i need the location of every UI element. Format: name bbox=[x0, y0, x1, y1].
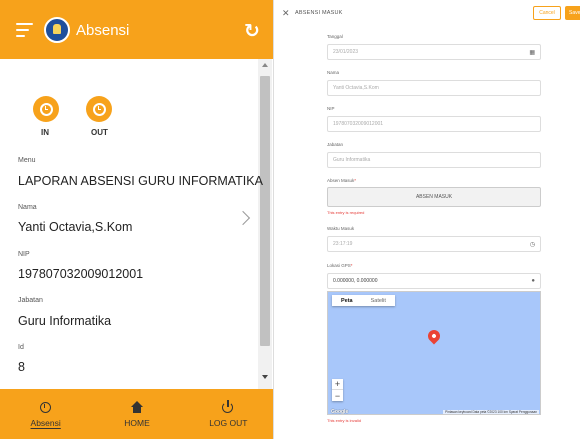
waktu-masuk-input[interactable]: 23:17:19 ◷ bbox=[327, 236, 541, 252]
refresh-icon[interactable]: ↻ bbox=[244, 20, 260, 43]
google-logo: Google bbox=[331, 409, 349, 415]
nav-logout[interactable]: LOG OUT bbox=[183, 389, 273, 439]
nav-logout-label: LOG OUT bbox=[209, 418, 248, 428]
waktu-masuk-label: Waktu Masuk bbox=[327, 226, 355, 231]
id-label: Id bbox=[18, 344, 24, 351]
alarm-clock-icon bbox=[39, 102, 53, 116]
check-in-label: IN bbox=[41, 128, 49, 137]
scrollbar-thumb[interactable] bbox=[260, 76, 270, 346]
tanggal-input[interactable]: 23/01/2023 ▦ bbox=[327, 44, 541, 60]
scroll-up-arrow-icon[interactable] bbox=[262, 63, 268, 67]
mobile-app-panel: Absensi ↻ IN OUT Menu LAPORAN ABSENSI GU… bbox=[0, 0, 274, 439]
map-tab-peta[interactable]: Peta bbox=[332, 295, 362, 306]
absen-masuk-label: Absen Masuk* bbox=[327, 178, 357, 183]
home-icon bbox=[130, 400, 144, 414]
zoom-out-button[interactable]: − bbox=[332, 390, 343, 401]
map-attribution[interactable]: Pintasan keyboard Data peta ©2023 100 km… bbox=[443, 410, 539, 414]
cancel-button[interactable]: Cancel bbox=[533, 6, 561, 20]
menu-label: Menu bbox=[18, 157, 36, 164]
map-marker-icon[interactable] bbox=[425, 327, 443, 345]
tanggal-label: Tanggal bbox=[327, 34, 343, 39]
save-button[interactable]: Save bbox=[565, 6, 580, 20]
scroll-down-arrow-icon[interactable] bbox=[262, 375, 268, 379]
map-type-tabs: Peta Satelit bbox=[332, 295, 395, 306]
lokasi-label: Lokasi GPS* bbox=[327, 263, 353, 268]
alarm-clock-icon bbox=[92, 102, 106, 116]
absen-masuk-error: This entry is required bbox=[327, 210, 365, 215]
id-value: 8 bbox=[18, 360, 25, 374]
calendar-icon[interactable]: ▦ bbox=[529, 49, 535, 56]
nip-field-value: 197807032009012001 bbox=[333, 121, 384, 127]
jabatan-input[interactable]: Guru Informatika bbox=[327, 152, 541, 168]
nav-absensi[interactable]: Absensi bbox=[0, 389, 91, 439]
tanggal-value: 23/01/2023 bbox=[333, 49, 359, 55]
check-out-button[interactable] bbox=[86, 96, 112, 122]
lokasi-error: This entry is invalid bbox=[327, 418, 362, 423]
map-zoom-controls: + − bbox=[332, 379, 343, 401]
menu-icon[interactable] bbox=[16, 23, 33, 37]
absensi-masuk-form: ✕ ABSENSI MASUK Cancel Save Tanggal 23/0… bbox=[277, 0, 580, 439]
check-in-button[interactable] bbox=[33, 96, 59, 122]
nama-field-value: Yanti Octavia,S.Kom bbox=[333, 85, 379, 91]
location-pin-icon[interactable]: ● bbox=[531, 278, 535, 284]
nav-home-label: HOME bbox=[124, 418, 150, 428]
nip-field-label: NIP bbox=[327, 106, 335, 111]
check-out-label: OUT bbox=[91, 128, 108, 137]
jabatan-field-label: Jabatan bbox=[327, 142, 344, 147]
nav-absensi-label: Absensi bbox=[30, 418, 61, 428]
absen-masuk-button[interactable]: ABSEN MASUK bbox=[327, 187, 541, 207]
bottom-navigation: Absensi HOME LOG OUT bbox=[0, 389, 273, 439]
nama-label: Nama bbox=[18, 204, 37, 211]
nip-label: NIP bbox=[18, 251, 30, 258]
app-title: Absensi bbox=[76, 22, 130, 39]
alarm-clock-icon bbox=[39, 400, 53, 414]
close-icon[interactable]: ✕ bbox=[282, 8, 290, 19]
nama-value: Yanti Octavia,S.Kom bbox=[18, 220, 133, 234]
nama-input[interactable]: Yanti Octavia,S.Kom bbox=[327, 80, 541, 96]
app-bar: Absensi ↻ bbox=[0, 0, 273, 59]
jabatan-label: Jabatan bbox=[18, 297, 43, 304]
power-icon bbox=[221, 400, 235, 414]
zoom-in-button[interactable]: + bbox=[332, 379, 343, 390]
clock-icon[interactable]: ◷ bbox=[530, 241, 535, 248]
nav-home[interactable]: HOME bbox=[91, 389, 182, 439]
jabatan-field-value: Guru Informatika bbox=[333, 157, 371, 163]
scrollbar[interactable] bbox=[258, 59, 272, 389]
menu-value: LAPORAN ABSENSI GURU INFORMATIKA bbox=[18, 174, 263, 188]
map-view[interactable]: Peta Satelit + − Google Pintasan keyboar… bbox=[327, 291, 541, 415]
nip-value: 197807032009012001 bbox=[18, 267, 144, 281]
waktu-masuk-value: 23:17:19 bbox=[333, 241, 353, 247]
nip-input[interactable]: 197807032009012001 bbox=[327, 116, 541, 132]
jabatan-value: Guru Informatika bbox=[18, 314, 112, 328]
map-footer: Google Pintasan keyboard Data peta ©2023… bbox=[328, 408, 540, 415]
lokasi-input[interactable]: 0.000000, 0.000000 ● bbox=[327, 273, 541, 289]
school-logo bbox=[44, 17, 70, 43]
form-title: ABSENSI MASUK bbox=[295, 10, 343, 16]
nama-field-label: Nama bbox=[327, 70, 340, 75]
chevron-right-icon[interactable] bbox=[235, 210, 251, 226]
lokasi-value: 0.000000, 0.000000 bbox=[333, 278, 378, 284]
map-tab-satelit[interactable]: Satelit bbox=[362, 295, 395, 306]
